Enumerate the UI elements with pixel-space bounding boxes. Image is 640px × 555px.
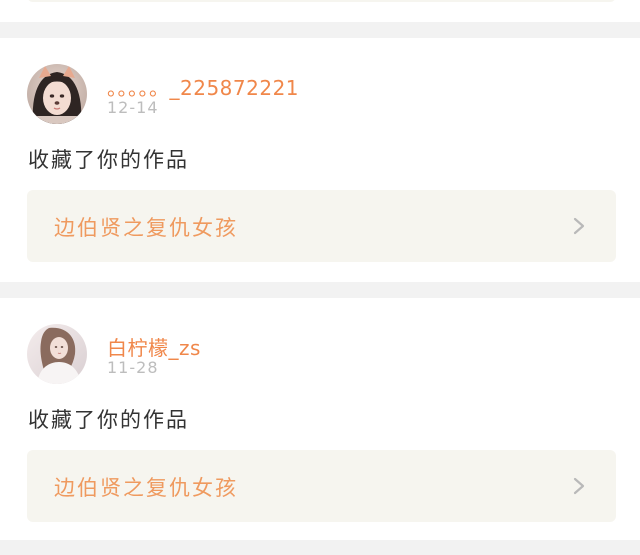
work-link[interactable]: 边伯贤之复仇女孩	[27, 450, 616, 522]
user-avatar[interactable]	[27, 64, 87, 124]
feed-item: 白柠檬_zs 11-28 收藏了你的作品 边伯贤之复仇女孩	[0, 298, 640, 540]
username[interactable]: 。。。。。_225872221	[107, 72, 299, 101]
action-text: 收藏了你的作品	[28, 408, 189, 432]
user-avatar[interactable]	[27, 324, 87, 384]
feed-item: 。。。。。_225872221 12-14 收藏了你的作品 边伯贤之复仇女孩	[0, 38, 640, 282]
work-link[interactable]: 边伯贤之复仇女孩	[27, 190, 616, 262]
avatar-image	[27, 64, 87, 124]
username[interactable]: 白柠檬_zs	[107, 332, 201, 361]
previous-work-box[interactable]	[27, 0, 616, 2]
chevron-right-icon	[573, 217, 585, 235]
work-title: 边伯贤之复仇女孩	[54, 216, 238, 240]
action-text: 收藏了你的作品	[28, 148, 189, 172]
timestamp: 11-28	[107, 358, 159, 377]
chevron-right-icon	[573, 477, 585, 495]
timestamp: 12-14	[107, 98, 159, 117]
work-title: 边伯贤之复仇女孩	[54, 476, 238, 500]
avatar-image	[27, 324, 87, 384]
previous-feed-card	[0, 0, 640, 22]
